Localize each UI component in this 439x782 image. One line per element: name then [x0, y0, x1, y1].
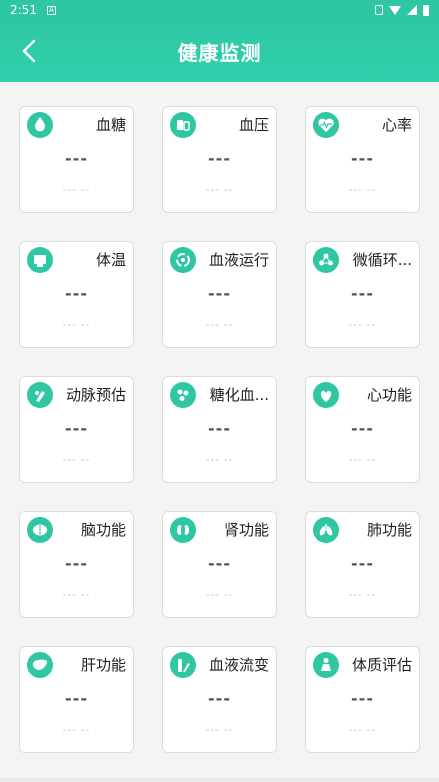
card-subtext: --- -- [348, 185, 377, 196]
card-title: 肾功能 [223, 521, 269, 539]
card-subtext: --- -- [205, 590, 234, 601]
card-subtext: --- -- [62, 455, 91, 466]
card-value: --- [65, 689, 88, 708]
circulation-icon [170, 247, 196, 273]
card-value: --- [65, 419, 88, 438]
card-title: 糖化血... [209, 386, 269, 404]
glycated-icon [170, 382, 196, 408]
card-subtext: --- -- [62, 185, 91, 196]
card-value: --- [65, 554, 88, 573]
page-title: 健康监测 [177, 40, 262, 65]
card-title: 血液流变 [208, 656, 269, 674]
artery-icon [27, 382, 53, 408]
health-card[interactable]: 微循环... --- --- -- [305, 241, 420, 348]
chevron-left-icon [22, 39, 36, 63]
status-bar: 2:51 A [0, 0, 439, 20]
card-title: 血糖 [95, 116, 126, 134]
blood-pressure-icon [170, 112, 196, 138]
card-subtext: --- -- [348, 320, 377, 331]
heart-rate-icon [313, 112, 339, 138]
card-title: 血压 [238, 116, 269, 134]
card-subtext: --- -- [348, 590, 377, 601]
card-value: --- [208, 419, 231, 438]
card-title: 脑功能 [80, 521, 126, 539]
health-card[interactable]: 肝功能 --- --- -- [19, 646, 134, 753]
health-card[interactable]: 体温 --- --- -- [19, 241, 134, 348]
health-card[interactable]: 肾功能 --- --- -- [162, 511, 277, 618]
heart-icon [313, 382, 339, 408]
card-title: 肺功能 [366, 521, 412, 539]
notification-icon: A [46, 5, 56, 15]
health-card[interactable]: 脑功能 --- --- -- [19, 511, 134, 618]
card-subtext: --- -- [62, 725, 91, 736]
health-card[interactable]: 血糖 --- --- -- [19, 106, 134, 213]
card-title: 动脉预估 [65, 386, 126, 404]
liver-icon [27, 652, 53, 678]
brain-icon [27, 517, 53, 543]
health-card[interactable]: 肺功能 --- --- -- [305, 511, 420, 618]
card-subtext: --- -- [62, 590, 91, 601]
card-subtext: --- -- [62, 320, 91, 331]
health-card[interactable]: 心功能 --- --- -- [305, 376, 420, 483]
health-card[interactable]: 体质评估 --- --- -- [305, 646, 420, 753]
health-card[interactable]: 糖化血... --- --- -- [162, 376, 277, 483]
card-value: --- [351, 689, 374, 708]
card-subtext: --- -- [205, 725, 234, 736]
health-card[interactable]: 心率 --- --- -- [305, 106, 420, 213]
bottom-edge [0, 778, 439, 782]
back-button[interactable] [18, 38, 44, 64]
microcirculation-icon [313, 247, 339, 273]
card-value: --- [351, 284, 374, 303]
blood-flow-icon [170, 652, 196, 678]
card-title: 微循环... [352, 251, 412, 269]
card-subtext: --- -- [348, 455, 377, 466]
card-value: --- [208, 689, 231, 708]
kidney-icon [170, 517, 196, 543]
card-value: --- [65, 284, 88, 303]
vibrate-icon [375, 5, 383, 15]
card-value: --- [351, 554, 374, 573]
card-value: --- [208, 284, 231, 303]
card-title: 肝功能 [80, 656, 126, 674]
health-card[interactable]: 血液流变 --- --- -- [162, 646, 277, 753]
card-subtext: --- -- [205, 185, 234, 196]
app-header: 健康监测 [0, 20, 439, 82]
status-icons [375, 4, 429, 16]
health-card[interactable]: 血液运行 --- --- -- [162, 241, 277, 348]
card-title: 体温 [95, 251, 126, 269]
card-title: 体质评估 [351, 656, 412, 674]
card-value: --- [65, 149, 88, 168]
card-value: --- [351, 149, 374, 168]
card-value: --- [208, 149, 231, 168]
battery-icon [423, 4, 429, 16]
status-time: 2:51 [10, 3, 37, 17]
card-value: --- [351, 419, 374, 438]
card-subtext: --- -- [348, 725, 377, 736]
drop-icon [27, 112, 53, 138]
card-title: 心率 [381, 116, 412, 134]
health-card[interactable]: 动脉预估 --- --- -- [19, 376, 134, 483]
card-subtext: --- -- [205, 455, 234, 466]
card-title: 心功能 [366, 386, 412, 404]
cellular-icon [407, 5, 417, 15]
body-assessment-icon [313, 652, 339, 678]
wifi-icon [389, 5, 401, 15]
card-value: --- [208, 554, 231, 573]
health-card[interactable]: 血压 --- --- -- [162, 106, 277, 213]
thermometer-icon [27, 247, 53, 273]
card-title: 血液运行 [208, 251, 269, 269]
lung-icon [313, 517, 339, 543]
card-subtext: --- -- [205, 320, 234, 331]
